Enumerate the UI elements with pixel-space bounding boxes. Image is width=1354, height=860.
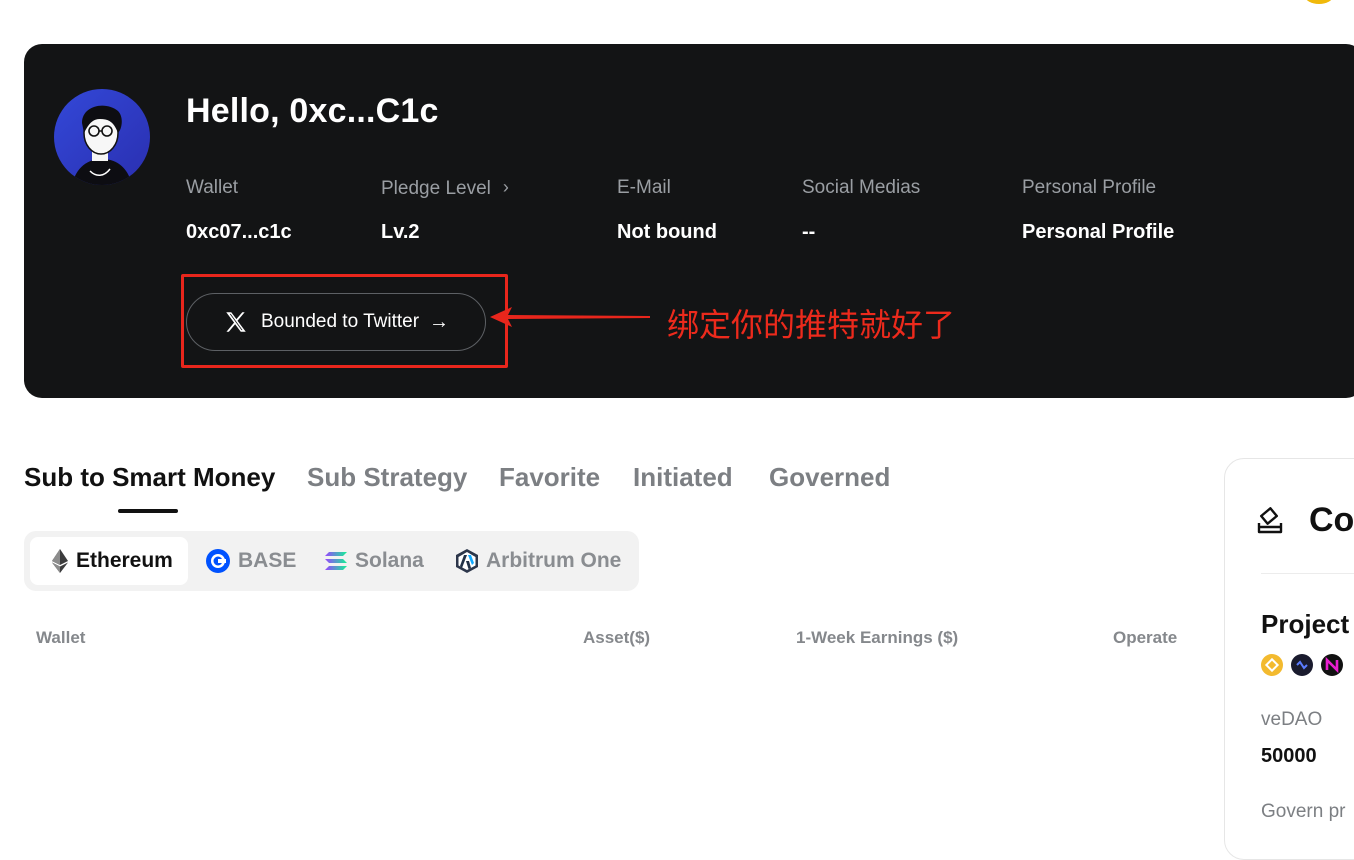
ballot-box-icon	[1257, 507, 1283, 534]
email-value: Not bound	[617, 221, 717, 243]
tab-initiated[interactable]: Initiated	[633, 462, 733, 493]
govern-label: Govern pr	[1261, 801, 1346, 822]
tab-sub-strategy[interactable]: Sub Strategy	[307, 462, 467, 493]
column-header-wallet: Wallet	[36, 628, 86, 647]
personal-profile-label: Personal Profile	[1022, 177, 1157, 198]
bnb-token-icon	[1261, 654, 1283, 676]
tab-favorite[interactable]: Favorite	[499, 462, 600, 493]
chain-selector: Ethereum BASE Solana Arbitrum One	[24, 531, 639, 591]
side-panel-section-title: Project	[1261, 609, 1350, 639]
profile-card: Hello, 0xc...C1c Wallet 0xc07...c1c Pled…	[24, 44, 1354, 398]
chain-label-solana: Solana	[355, 549, 424, 572]
solana-icon	[325, 552, 347, 570]
tab-sub-to-smart-money[interactable]: Sub to Smart Money	[24, 462, 275, 493]
column-header-week-earnings: 1-Week Earnings ($)	[796, 628, 959, 647]
chain-option-arbitrum-one[interactable]: Arbitrum One	[456, 537, 621, 585]
personal-profile-link[interactable]: Personal Profile	[1022, 221, 1174, 244]
chain-label-base: BASE	[238, 549, 297, 572]
annotation-highlight-box	[181, 274, 508, 368]
chain-option-base[interactable]: BASE	[206, 537, 296, 585]
social-medias-value: --	[802, 221, 816, 243]
pledge-level-value: Lv.2	[381, 221, 420, 243]
blue-token-icon	[1291, 654, 1313, 676]
greeting-heading: Hello, 0xc...C1c	[186, 92, 439, 130]
column-header-asset: Asset($)	[583, 628, 651, 647]
column-header-operate: Operate	[1113, 628, 1178, 647]
chain-label-arbitrum-one: Arbitrum One	[486, 549, 622, 572]
tab-governed[interactable]: Governed	[769, 462, 890, 493]
vedao-value: 50000	[1261, 745, 1317, 767]
avatar[interactable]	[54, 89, 150, 185]
email-label: E-Mail	[617, 177, 671, 198]
chain-option-solana[interactable]: Solana	[325, 537, 424, 585]
annotation-arrow-icon	[490, 307, 650, 327]
side-panel: Co Project veDAO 50000 Govern pr	[1224, 458, 1354, 860]
side-panel-divider	[1261, 573, 1354, 574]
arbitrum-icon	[456, 549, 478, 573]
wallet-value: 0xc07...c1c	[186, 221, 292, 243]
chevron-right-icon: ›	[502, 177, 509, 197]
base-icon	[206, 549, 230, 573]
side-panel-title: Co	[1309, 501, 1354, 539]
pledge-level-link[interactable]: Pledge Level ›	[381, 177, 509, 200]
wallet-label: Wallet	[186, 177, 239, 198]
active-tab-indicator	[118, 509, 178, 513]
vedao-label: veDAO	[1261, 709, 1323, 730]
chain-option-ethereum[interactable]: Ethereum	[30, 537, 188, 585]
top-coin-icon	[1305, 0, 1333, 4]
chain-label-ethereum: Ethereum	[76, 549, 173, 572]
avatar-illustration-icon	[54, 89, 150, 185]
magenta-token-icon	[1321, 654, 1343, 676]
annotation-text: 绑定你的推特就好了	[667, 306, 956, 344]
social-medias-label: Social Medias	[802, 177, 921, 198]
pledge-level-label: Pledge Level	[381, 178, 491, 199]
ethereum-icon	[52, 549, 68, 573]
